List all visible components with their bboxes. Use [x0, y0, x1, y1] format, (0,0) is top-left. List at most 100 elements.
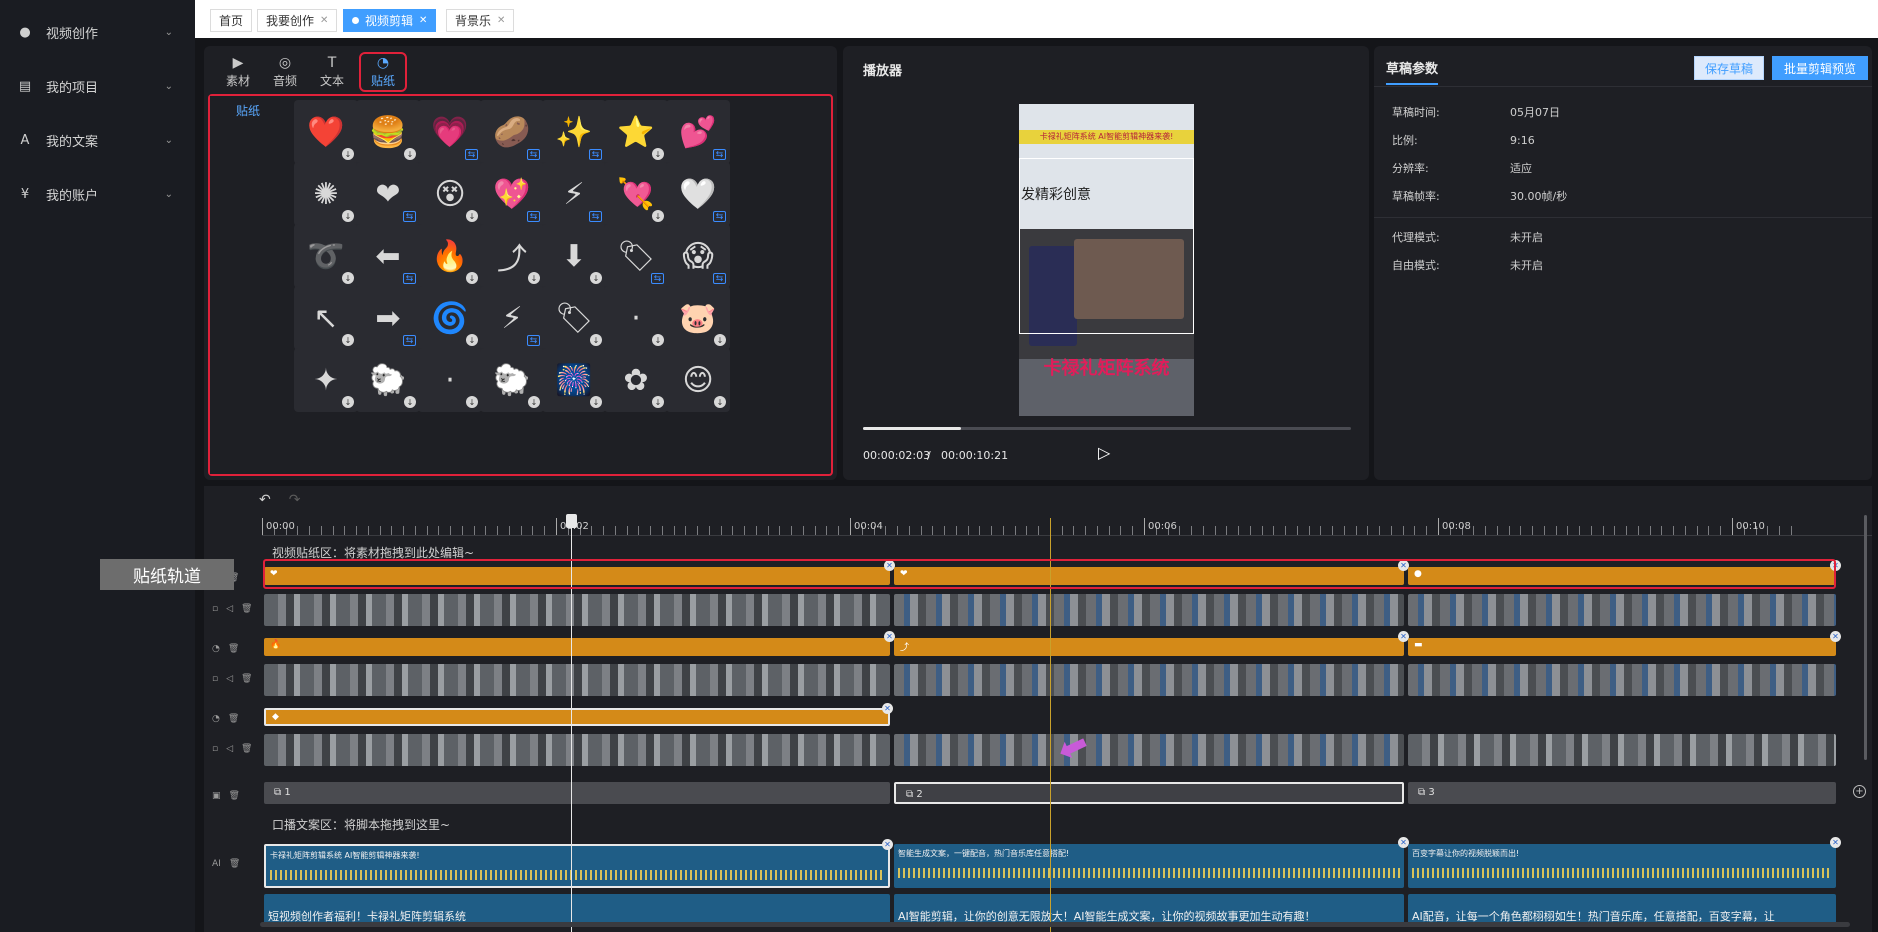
time-ruler[interactable]: 00:0000:0200:0400:0600:0800:10	[262, 514, 1872, 536]
save-draft-button[interactable]: 保存草稿	[1694, 56, 1764, 80]
download-icon[interactable]: ↓	[466, 210, 478, 222]
sticker-item[interactable]: 🥔 ⇆	[480, 100, 544, 164]
redo-icon[interactable]: ↷	[289, 492, 301, 508]
sticker-item[interactable]: ✿ ↓	[604, 348, 668, 412]
download-icon[interactable]: ↓	[714, 396, 726, 408]
sticker-item[interactable]: ⤴ ↓	[480, 224, 544, 288]
download-icon[interactable]: ⇆	[589, 149, 602, 160]
delete-icon[interactable]: 🗑	[228, 644, 239, 654]
sticker-item[interactable]: ✦ ↓	[294, 348, 358, 412]
download-icon[interactable]: ↓	[466, 272, 478, 284]
video-clip[interactable]	[264, 734, 890, 766]
delete-icon[interactable]: 🗑	[229, 791, 240, 801]
tab-text[interactable]: T 文本	[310, 52, 354, 92]
play-icon[interactable]: ▷	[1098, 443, 1110, 462]
download-icon[interactable]: ⇆	[527, 335, 540, 346]
download-icon[interactable]: ⇆	[651, 273, 664, 284]
download-icon[interactable]: ↓	[652, 334, 664, 346]
download-icon[interactable]: ⇆	[589, 211, 602, 222]
add-icon[interactable]: +	[1853, 785, 1866, 798]
segment-clip[interactable]: ⧉ 1	[264, 782, 890, 804]
download-icon[interactable]: ⇆	[713, 211, 726, 222]
sticker-item[interactable]: ❤️ ↓	[294, 100, 358, 164]
progress-bar[interactable]	[863, 427, 1351, 430]
download-icon[interactable]: ↓	[652, 210, 664, 222]
sticker-item[interactable]: ⚡ ⇆	[542, 162, 606, 226]
speaker-icon[interactable]: ◁	[226, 744, 233, 754]
sticker-item[interactable]: 💕 ⇆	[666, 100, 730, 164]
video-clip[interactable]	[264, 664, 890, 696]
sticker-item[interactable]: 🐷 ↓	[666, 286, 730, 350]
sticker-item[interactable]: 🐑 ↓	[480, 348, 544, 412]
sticker-item[interactable]: ❤ ⇆	[356, 162, 420, 226]
segment-clip[interactable]: ⧉ 3	[1408, 782, 1836, 804]
sticker-item[interactable]: 😵 ↓	[418, 162, 482, 226]
download-icon[interactable]: ⇆	[713, 273, 726, 284]
sticker-item[interactable]: 🏷 ⇆	[604, 224, 668, 288]
vertical-scrollbar[interactable]	[1864, 515, 1867, 760]
speaker-icon[interactable]: ◁	[226, 604, 233, 614]
delete-icon[interactable]: 🗑	[229, 859, 240, 869]
audio-clip[interactable]: 短视频创作者福利！卡禄礼矩阵剪辑系统	[264, 894, 890, 924]
download-icon[interactable]: ↓	[466, 396, 478, 408]
sticker-item[interactable]: 💘 ↓	[604, 162, 668, 226]
mute-icon[interactable]: ▫	[212, 604, 218, 614]
audio-clip[interactable]: 百变字幕让你的视频脱颖而出! ✕	[1408, 837, 1841, 888]
close-icon[interactable]: ✕	[882, 703, 893, 714]
close-icon[interactable]: ✕	[1830, 837, 1841, 848]
sidebar-item-my-projects[interactable]: ▤ 我的项目 ⌄	[0, 71, 195, 101]
sidebar-item-my-copy[interactable]: A 我的文案 ⌄	[0, 125, 195, 155]
video-clip[interactable]	[1408, 664, 1836, 696]
download-icon[interactable]: ⇆	[403, 211, 416, 222]
download-icon[interactable]: ↓	[652, 396, 664, 408]
download-icon[interactable]: ↓	[528, 272, 540, 284]
sticker-item[interactable]: 💗 ⇆	[418, 100, 482, 164]
sticker-item[interactable]: ⬅ ⇆	[356, 224, 420, 288]
delete-icon[interactable]: 🗑	[241, 604, 252, 614]
close-icon[interactable]: ✕	[320, 15, 328, 26]
undo-icon[interactable]: ↶	[259, 492, 271, 508]
selection-box[interactable]	[1019, 158, 1194, 334]
sticker-item[interactable]: 😊 ↓	[666, 348, 730, 412]
sticker-item[interactable]: 😱 ⇆	[666, 224, 730, 288]
download-icon[interactable]: ↓	[466, 334, 478, 346]
tab-video-edit[interactable]: 视频剪辑 ✕	[343, 9, 437, 32]
close-icon[interactable]: ✕	[1830, 631, 1841, 642]
video-clip[interactable]	[894, 594, 1404, 626]
sticker-icon[interactable]: ◔	[212, 714, 220, 724]
sticker-item[interactable]: ➡ ⇆	[356, 286, 420, 350]
audio-clip[interactable]: AI智能剪辑，让你的创意无限放大！AI智能生成文案，让你的视频故事更加生动有趣！	[894, 894, 1404, 924]
sticker-item[interactable]: ✺ ↓	[294, 162, 358, 226]
sticker-item[interactable]: 🤍 ⇆	[666, 162, 730, 226]
download-icon[interactable]: ↓	[342, 210, 354, 222]
download-icon[interactable]: ⇆	[465, 149, 478, 160]
delete-icon[interactable]: 🗑	[228, 714, 239, 724]
video-clip[interactable]	[1408, 734, 1836, 766]
video-clip[interactable]	[894, 734, 1404, 766]
sticker-item[interactable]: 💖 ⇆	[480, 162, 544, 226]
sticker-item[interactable]: 🎆 ↓	[542, 348, 606, 412]
tab-bg-music[interactable]: 背景乐 ✕	[446, 9, 515, 32]
sticker-item[interactable]: · ↓	[418, 348, 482, 412]
speaker-icon[interactable]: ◁	[226, 674, 233, 684]
tab-sticker[interactable]: ◔ 贴纸	[359, 52, 407, 92]
download-icon[interactable]: ↓	[528, 396, 540, 408]
download-icon[interactable]: ↓	[714, 334, 726, 346]
sticker-item[interactable]: ⭐ ↓	[604, 100, 668, 164]
download-icon[interactable]: ↓	[590, 272, 602, 284]
download-icon[interactable]: ↓	[590, 334, 602, 346]
video-clip[interactable]	[1408, 594, 1836, 626]
close-icon[interactable]: ✕	[419, 15, 427, 26]
sticker-clip[interactable]: 🔥 ✕	[264, 631, 895, 656]
audio-clip[interactable]: 卡禄礼矩阵剪辑系统 AI智能剪辑神器来袭! ✕	[264, 839, 893, 888]
sticker-item[interactable]: 🍔 ↓	[356, 100, 420, 164]
video-clip[interactable]	[264, 594, 890, 626]
close-icon[interactable]: ✕	[882, 839, 893, 850]
sticker-clip[interactable]: ▬ ✕	[1408, 631, 1841, 656]
sticker-icon[interactable]: ◔	[212, 644, 220, 654]
download-icon[interactable]: ⇆	[713, 149, 726, 160]
sticker-item[interactable]: 🐑 ↓	[356, 348, 420, 412]
mute-icon[interactable]: ▫	[212, 674, 218, 684]
sticker-item[interactable]: 🔥 ↓	[418, 224, 482, 288]
download-icon[interactable]: ↓	[342, 148, 354, 160]
